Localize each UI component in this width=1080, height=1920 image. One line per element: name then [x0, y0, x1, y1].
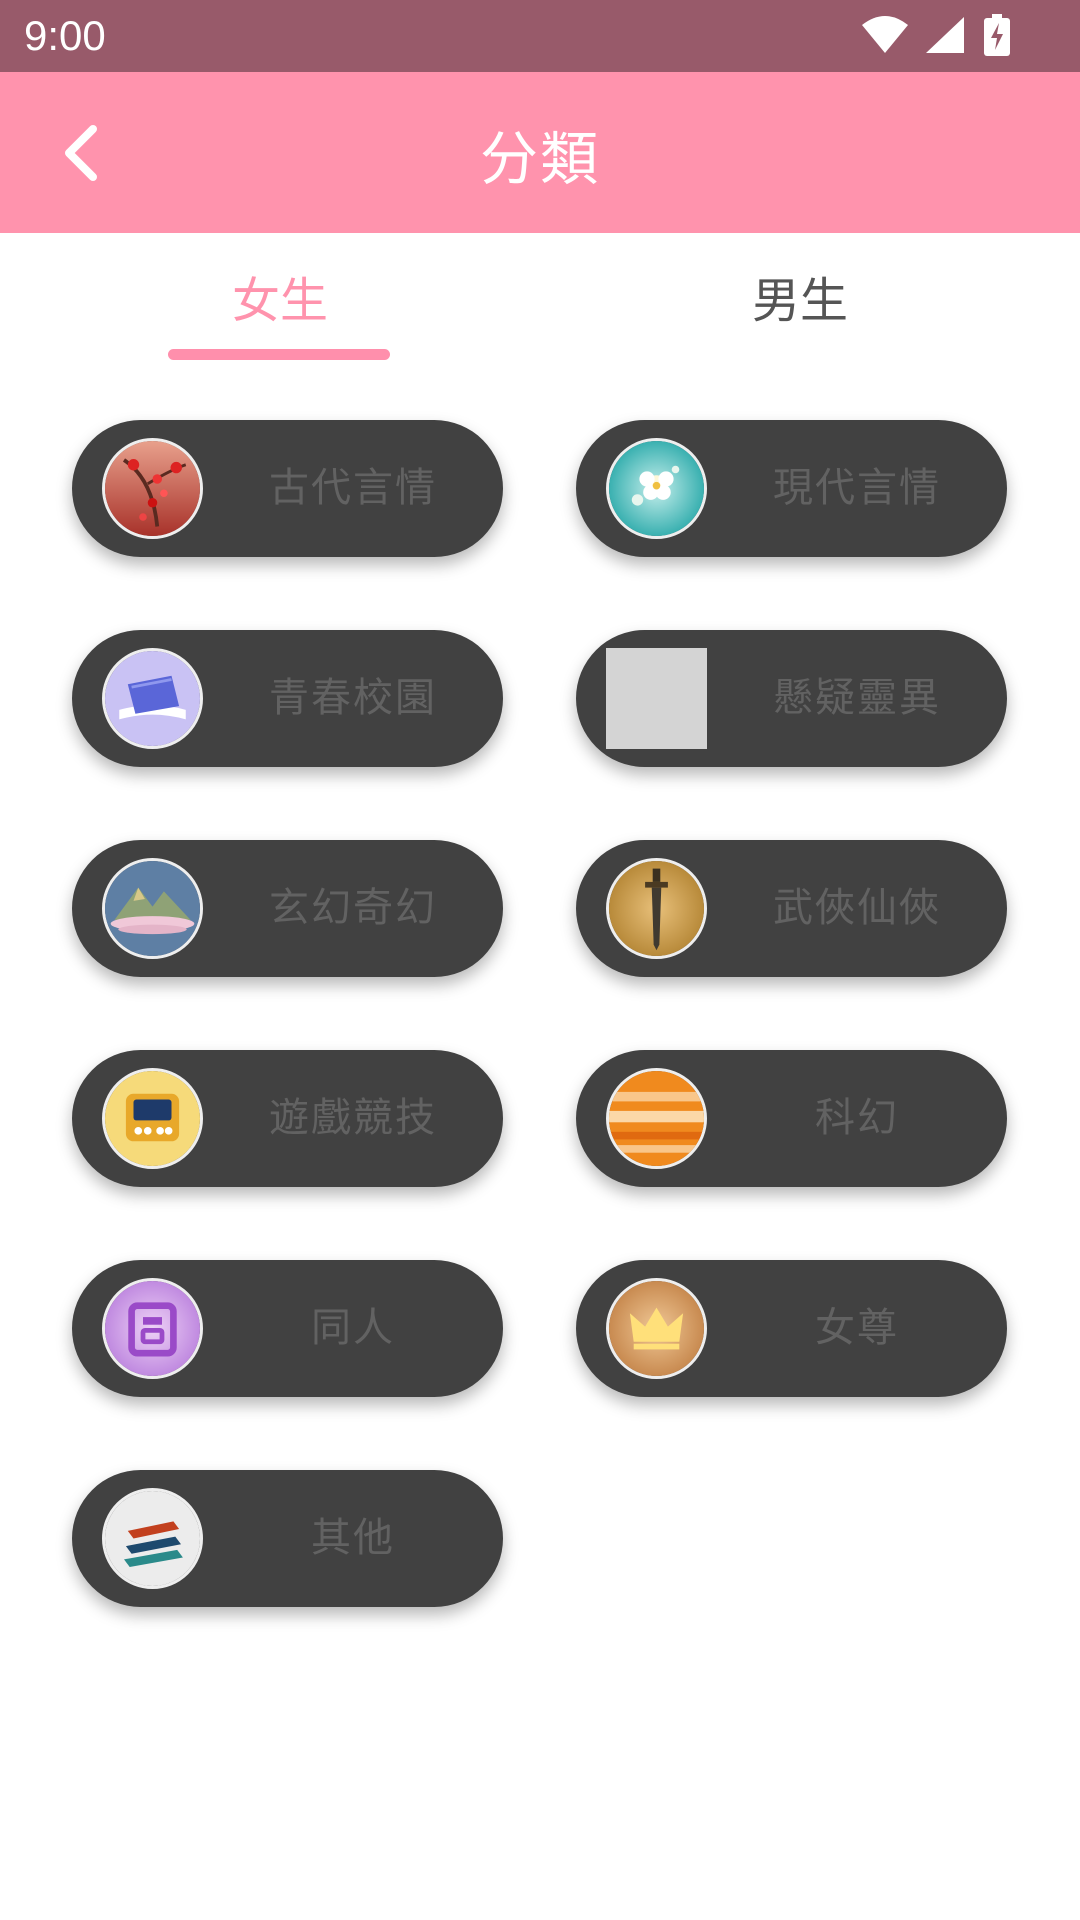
sword-icon [606, 858, 707, 959]
category-label: 其他 [311, 1515, 395, 1561]
category-label: 女尊 [815, 1305, 899, 1351]
category-modern-romance[interactable]: 現代言情 [576, 420, 1007, 557]
crown-icon [606, 1278, 707, 1379]
category-label: 古代言情 [269, 465, 437, 511]
game-console-icon [102, 1068, 203, 1169]
placeholder-image-icon [606, 648, 707, 749]
category-fan-fiction[interactable]: 同人 [72, 1260, 503, 1397]
app-bar: 分類 [0, 72, 1080, 233]
tab-male[interactable]: 男生 [530, 261, 1070, 331]
open-book-icon [102, 648, 203, 749]
category-label: 遊戲競技 [269, 1095, 437, 1141]
category-label: 同人 [311, 1305, 395, 1351]
flower-icon [606, 438, 707, 539]
battery-charging-icon [984, 14, 1010, 56]
cellular-signal-icon [926, 17, 964, 53]
category-label: 青春校園 [269, 675, 437, 721]
gender-tabs: 女生 男生 [0, 233, 1080, 373]
category-label: 玄幻奇幻 [269, 885, 437, 931]
status-time: 9:00 [24, 12, 106, 59]
tong-character-icon [102, 1278, 203, 1379]
status-icons [862, 14, 1010, 56]
status-bar: 9:00 [0, 0, 1080, 72]
stacked-books-icon [102, 1488, 203, 1589]
tab-selected-indicator [168, 349, 390, 360]
category-label: 現代言情 [773, 465, 941, 511]
category-label: 武俠仙俠 [773, 885, 941, 931]
category-label: 懸疑靈異 [773, 675, 941, 721]
plum-blossom-icon [102, 438, 203, 539]
category-youth-campus[interactable]: 青春校園 [72, 630, 503, 767]
category-sci-fi[interactable]: 科幻 [576, 1050, 1007, 1187]
category-ancient-romance[interactable]: 古代言情 [72, 420, 503, 557]
category-wuxia-xianxia[interactable]: 武俠仙俠 [576, 840, 1007, 977]
category-female-dominant[interactable]: 女尊 [576, 1260, 1007, 1397]
page-title: 分類 [479, 125, 600, 193]
planet-icon [606, 1068, 707, 1169]
category-gaming-esports[interactable]: 遊戲競技 [72, 1050, 503, 1187]
category-mystery-supernatural[interactable]: 懸疑靈異 [576, 630, 1007, 767]
mountain-cloud-icon [102, 858, 203, 959]
tab-female[interactable]: 女生 [10, 261, 550, 331]
category-label: 科幻 [815, 1095, 899, 1141]
category-fantasy[interactable]: 玄幻奇幻 [72, 840, 503, 977]
wifi-icon [862, 16, 908, 53]
category-others[interactable]: 其他 [72, 1470, 503, 1607]
